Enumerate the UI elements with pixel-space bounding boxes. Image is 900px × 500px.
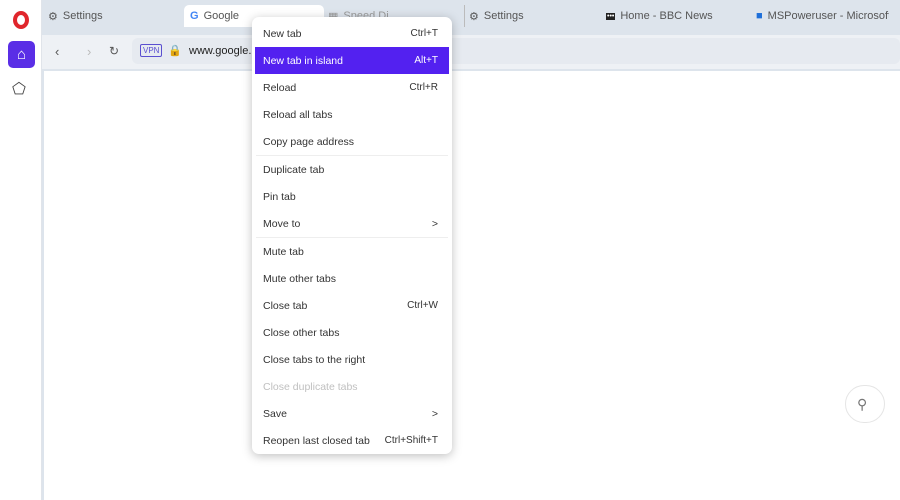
menu-item-label: Close other tabs — [263, 326, 340, 339]
menu-item-label: Reopen last closed tab — [263, 434, 370, 447]
forward-button[interactable]: › — [87, 44, 91, 59]
menu-item-mute-tab[interactable]: Mute tab — [252, 238, 452, 265]
tab-settings[interactable]: ⚙ Settings — [48, 5, 103, 27]
url-text[interactable]: www.google. — [189, 45, 251, 57]
reload-button[interactable]: ↻ — [109, 44, 119, 58]
lock-icon[interactable]: 🔒 — [168, 44, 182, 57]
search-icon: ⚲ — [857, 395, 868, 412]
shortcut-label: Ctrl+T — [410, 28, 439, 39]
bbc-icon: ••• — [606, 12, 616, 20]
shortcut-label: Ctrl+R — [409, 82, 438, 93]
menu-item-label: Reload — [263, 81, 297, 94]
menu-item-reopen-last-closed-tab[interactable]: Reopen last closed tab Ctrl+Shift+T — [252, 427, 452, 454]
menu-item-label: Duplicate tab — [263, 163, 325, 176]
menu-item-label: Copy page address — [263, 135, 355, 148]
menu-item-label: Close tabs to the right — [263, 353, 366, 366]
vpn-badge[interactable]: VPN — [140, 44, 163, 57]
tab-mspoweruser[interactable]: ■ MSPoweruser - Microsoft — [751, 5, 889, 27]
menu-item-duplicate-tab[interactable]: Duplicate tab — [252, 156, 452, 183]
menu-item-label: Close duplicate tabs — [263, 380, 358, 393]
menu-item-save[interactable]: Save > — [252, 400, 452, 427]
menu-item-close-tab[interactable]: Close tab Ctrl+W — [252, 292, 452, 319]
home-icon[interactable]: ⌂ — [8, 41, 35, 68]
pentagon-icon[interactable]: ⬠ — [12, 79, 26, 99]
menu-item-label: New tab in island — [263, 54, 343, 67]
menu-item-reload-all-tabs[interactable]: Reload all tabs — [252, 101, 452, 128]
menu-item-close-other-tabs[interactable]: Close other tabs — [252, 319, 452, 346]
tab-bbc[interactable]: ••• Home - BBC News — [606, 5, 713, 27]
menu-item-label: Mute other tabs — [263, 272, 336, 285]
menu-item-new-tab-in-island[interactable]: New tab in island Alt+T — [255, 47, 449, 74]
menu-item-close-tabs-to-the-right[interactable]: Close tabs to the right — [252, 346, 452, 373]
opera-logo-icon[interactable] — [13, 11, 29, 29]
menu-item-label: New tab — [263, 27, 302, 40]
menu-item-move-to[interactable]: Move to > — [252, 210, 452, 237]
menu-item-label: Pin tab — [263, 190, 296, 203]
shortcut-label: Ctrl+Shift+T — [384, 435, 438, 446]
menu-item-label: Close tab — [263, 299, 308, 312]
menu-item-label: Save — [263, 407, 287, 420]
tab-context-menu: New tab Ctrl+T New tab in island Alt+T Reloa… — [252, 17, 452, 454]
sidebar: ⌂ ⬠ — [0, 0, 42, 500]
gear-icon: ⚙ — [48, 10, 58, 23]
chevron-right-icon: > — [431, 407, 438, 420]
menu-item-mute-other-tabs[interactable]: Mute other tabs — [252, 265, 452, 292]
google-icon: G — [190, 10, 199, 22]
menu-item-copy-page-address[interactable]: Copy page address — [252, 128, 452, 155]
gear-icon: ⚙ — [469, 10, 479, 23]
windows-icon: ■ — [756, 10, 763, 22]
menu-item-reload[interactable]: Reload Ctrl+R — [252, 74, 452, 101]
chevron-right-icon: > — [431, 217, 438, 230]
menu-item-label: Move to — [263, 217, 301, 230]
menu-item-new-tab[interactable]: New tab Ctrl+T — [252, 20, 452, 47]
search-button[interactable]: ⚲ — [845, 385, 885, 423]
menu-item-label: Mute tab — [263, 245, 304, 258]
tab-settings-2[interactable]: ⚙ Settings — [464, 5, 524, 27]
page-content — [44, 71, 900, 500]
menu-item-pin-tab[interactable]: Pin tab — [252, 183, 452, 210]
menu-item-label: Reload all tabs — [263, 108, 333, 121]
shortcut-label: Alt+T — [414, 55, 438, 66]
shortcut-label: Ctrl+W — [407, 300, 438, 311]
back-button[interactable]: ‹ — [55, 44, 59, 59]
menu-item-close-duplicate-tabs: Close duplicate tabs — [252, 373, 452, 400]
